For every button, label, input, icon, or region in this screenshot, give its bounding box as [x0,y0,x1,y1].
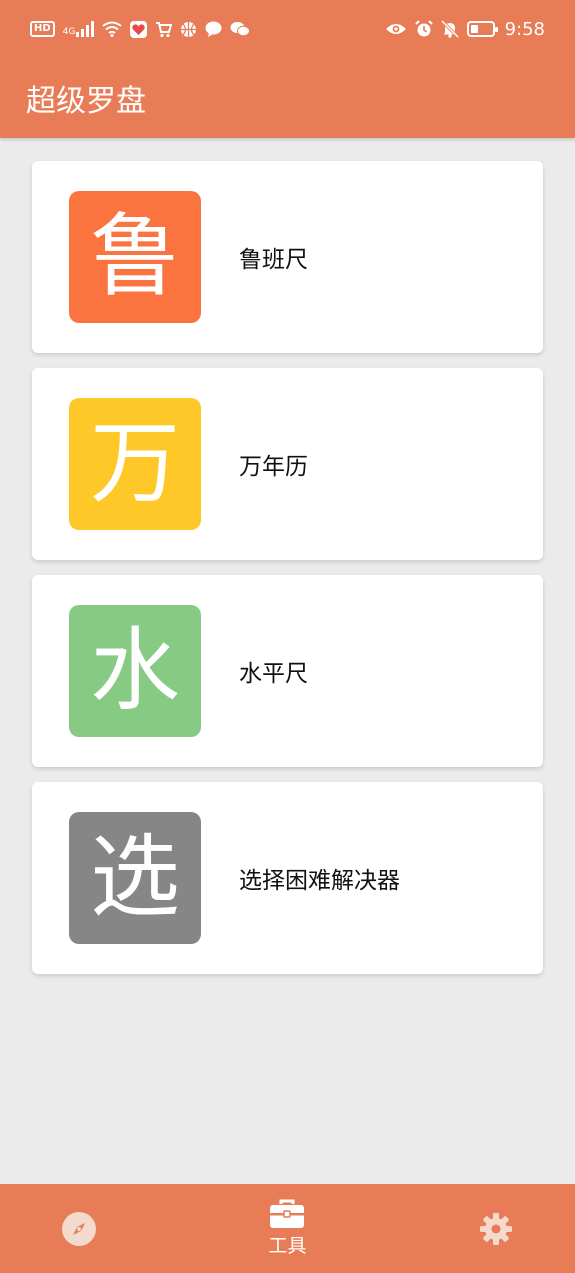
wifi-icon [102,21,122,37]
network-type-label: 4G [62,27,76,37]
status-bar: HD 4G 9:58 [0,0,575,58]
tool-label: 选择困难解决器 [239,868,400,894]
tool-card-calendar[interactable]: 万 万年历 [32,368,543,560]
tool-tile-icon: 水 [69,605,201,737]
tool-label: 水平尺 [239,661,308,687]
signal-bars [76,21,95,37]
eye-icon [385,24,406,34]
basketball-app-icon [181,21,197,37]
alarm-icon [414,20,433,37]
tool-card-level[interactable]: 水 水平尺 [32,575,543,767]
hd-icon: HD [30,21,55,37]
tool-tile-icon: 选 [69,812,201,944]
4g-signal-icon: 4G [63,21,95,37]
nav-compass[interactable] [62,1211,96,1246]
status-time: 9:58 [504,18,545,40]
tool-label: 万年历 [239,454,308,480]
gear-icon [479,1212,512,1245]
tool-card-decision-maker[interactable]: 选 选择困难解决器 [32,782,543,974]
status-right: 9:58 [385,19,545,40]
tool-list: 鲁 鲁班尺 万 万年历 水 水平尺 选 选择困难解决器 [32,161,543,989]
status-left: HD 4G [30,20,251,38]
tool-card-luban-ruler[interactable]: 鲁 鲁班尺 [32,161,543,353]
battery-level [470,25,478,33]
tool-tile-icon: 万 [69,398,201,530]
app-title: 超级罗盘 [26,84,146,119]
compass-icon [62,1211,96,1246]
nav-settings[interactable] [479,1212,513,1246]
bottom-nav: 工具 [0,1184,575,1273]
toolbox-icon [270,1199,305,1228]
chat-bubble-icon [205,21,222,37]
mute-bell-icon [440,20,459,38]
wechat-icon [230,22,251,37]
health-app-icon [130,20,148,38]
app-bar: 超级罗盘 [0,58,575,138]
tool-label: 鲁班尺 [239,247,308,273]
nav-tools[interactable]: 工具 [268,1199,307,1258]
cart-app-icon [156,21,173,37]
tool-tile-icon: 鲁 [69,191,201,323]
nav-tools-label: 工具 [268,1235,307,1257]
battery-icon [466,21,498,37]
